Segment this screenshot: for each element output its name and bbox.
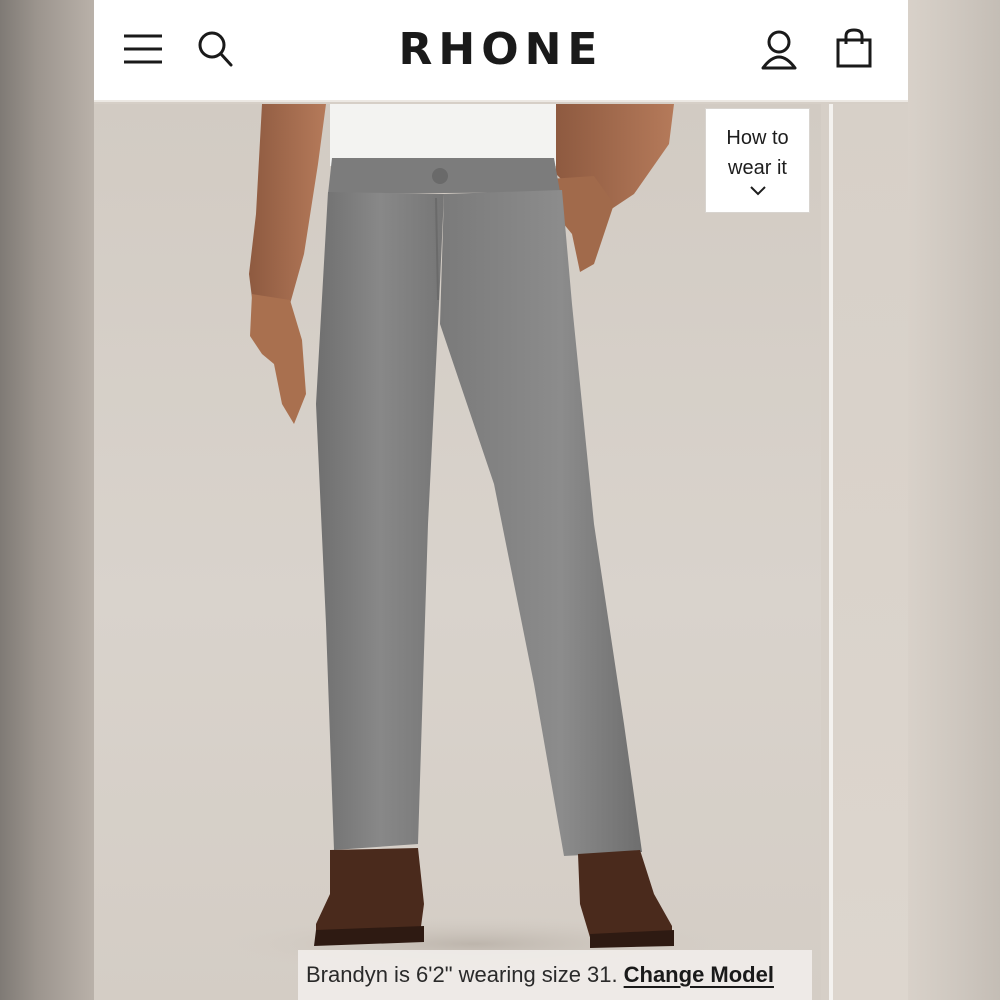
blurred-left-border [0, 0, 94, 1000]
app-frame: RHONE How to wear it Brandyn is 6'2" wea… [94, 0, 908, 1000]
bag-icon[interactable] [834, 28, 878, 72]
chevron-down-icon [749, 186, 766, 196]
account-icon[interactable] [758, 28, 802, 72]
change-model-link[interactable]: Change Model [624, 962, 774, 987]
next-image-preview[interactable] [829, 104, 908, 1000]
how-to-wear-line2: wear it [728, 157, 787, 179]
model-size-caption: Brandyn is 6'2" wearing size 31. Change M… [298, 950, 812, 1000]
site-header: RHONE [94, 0, 908, 102]
model-illustration [214, 104, 734, 974]
blurred-right-border [908, 0, 1000, 1000]
how-to-wear-line1: How to [726, 127, 789, 149]
model-size-text: Brandyn is 6'2" wearing size 31. [306, 962, 618, 987]
product-hero-image[interactable] [94, 104, 821, 1000]
how-to-wear-button[interactable]: How to wear it [705, 108, 810, 213]
